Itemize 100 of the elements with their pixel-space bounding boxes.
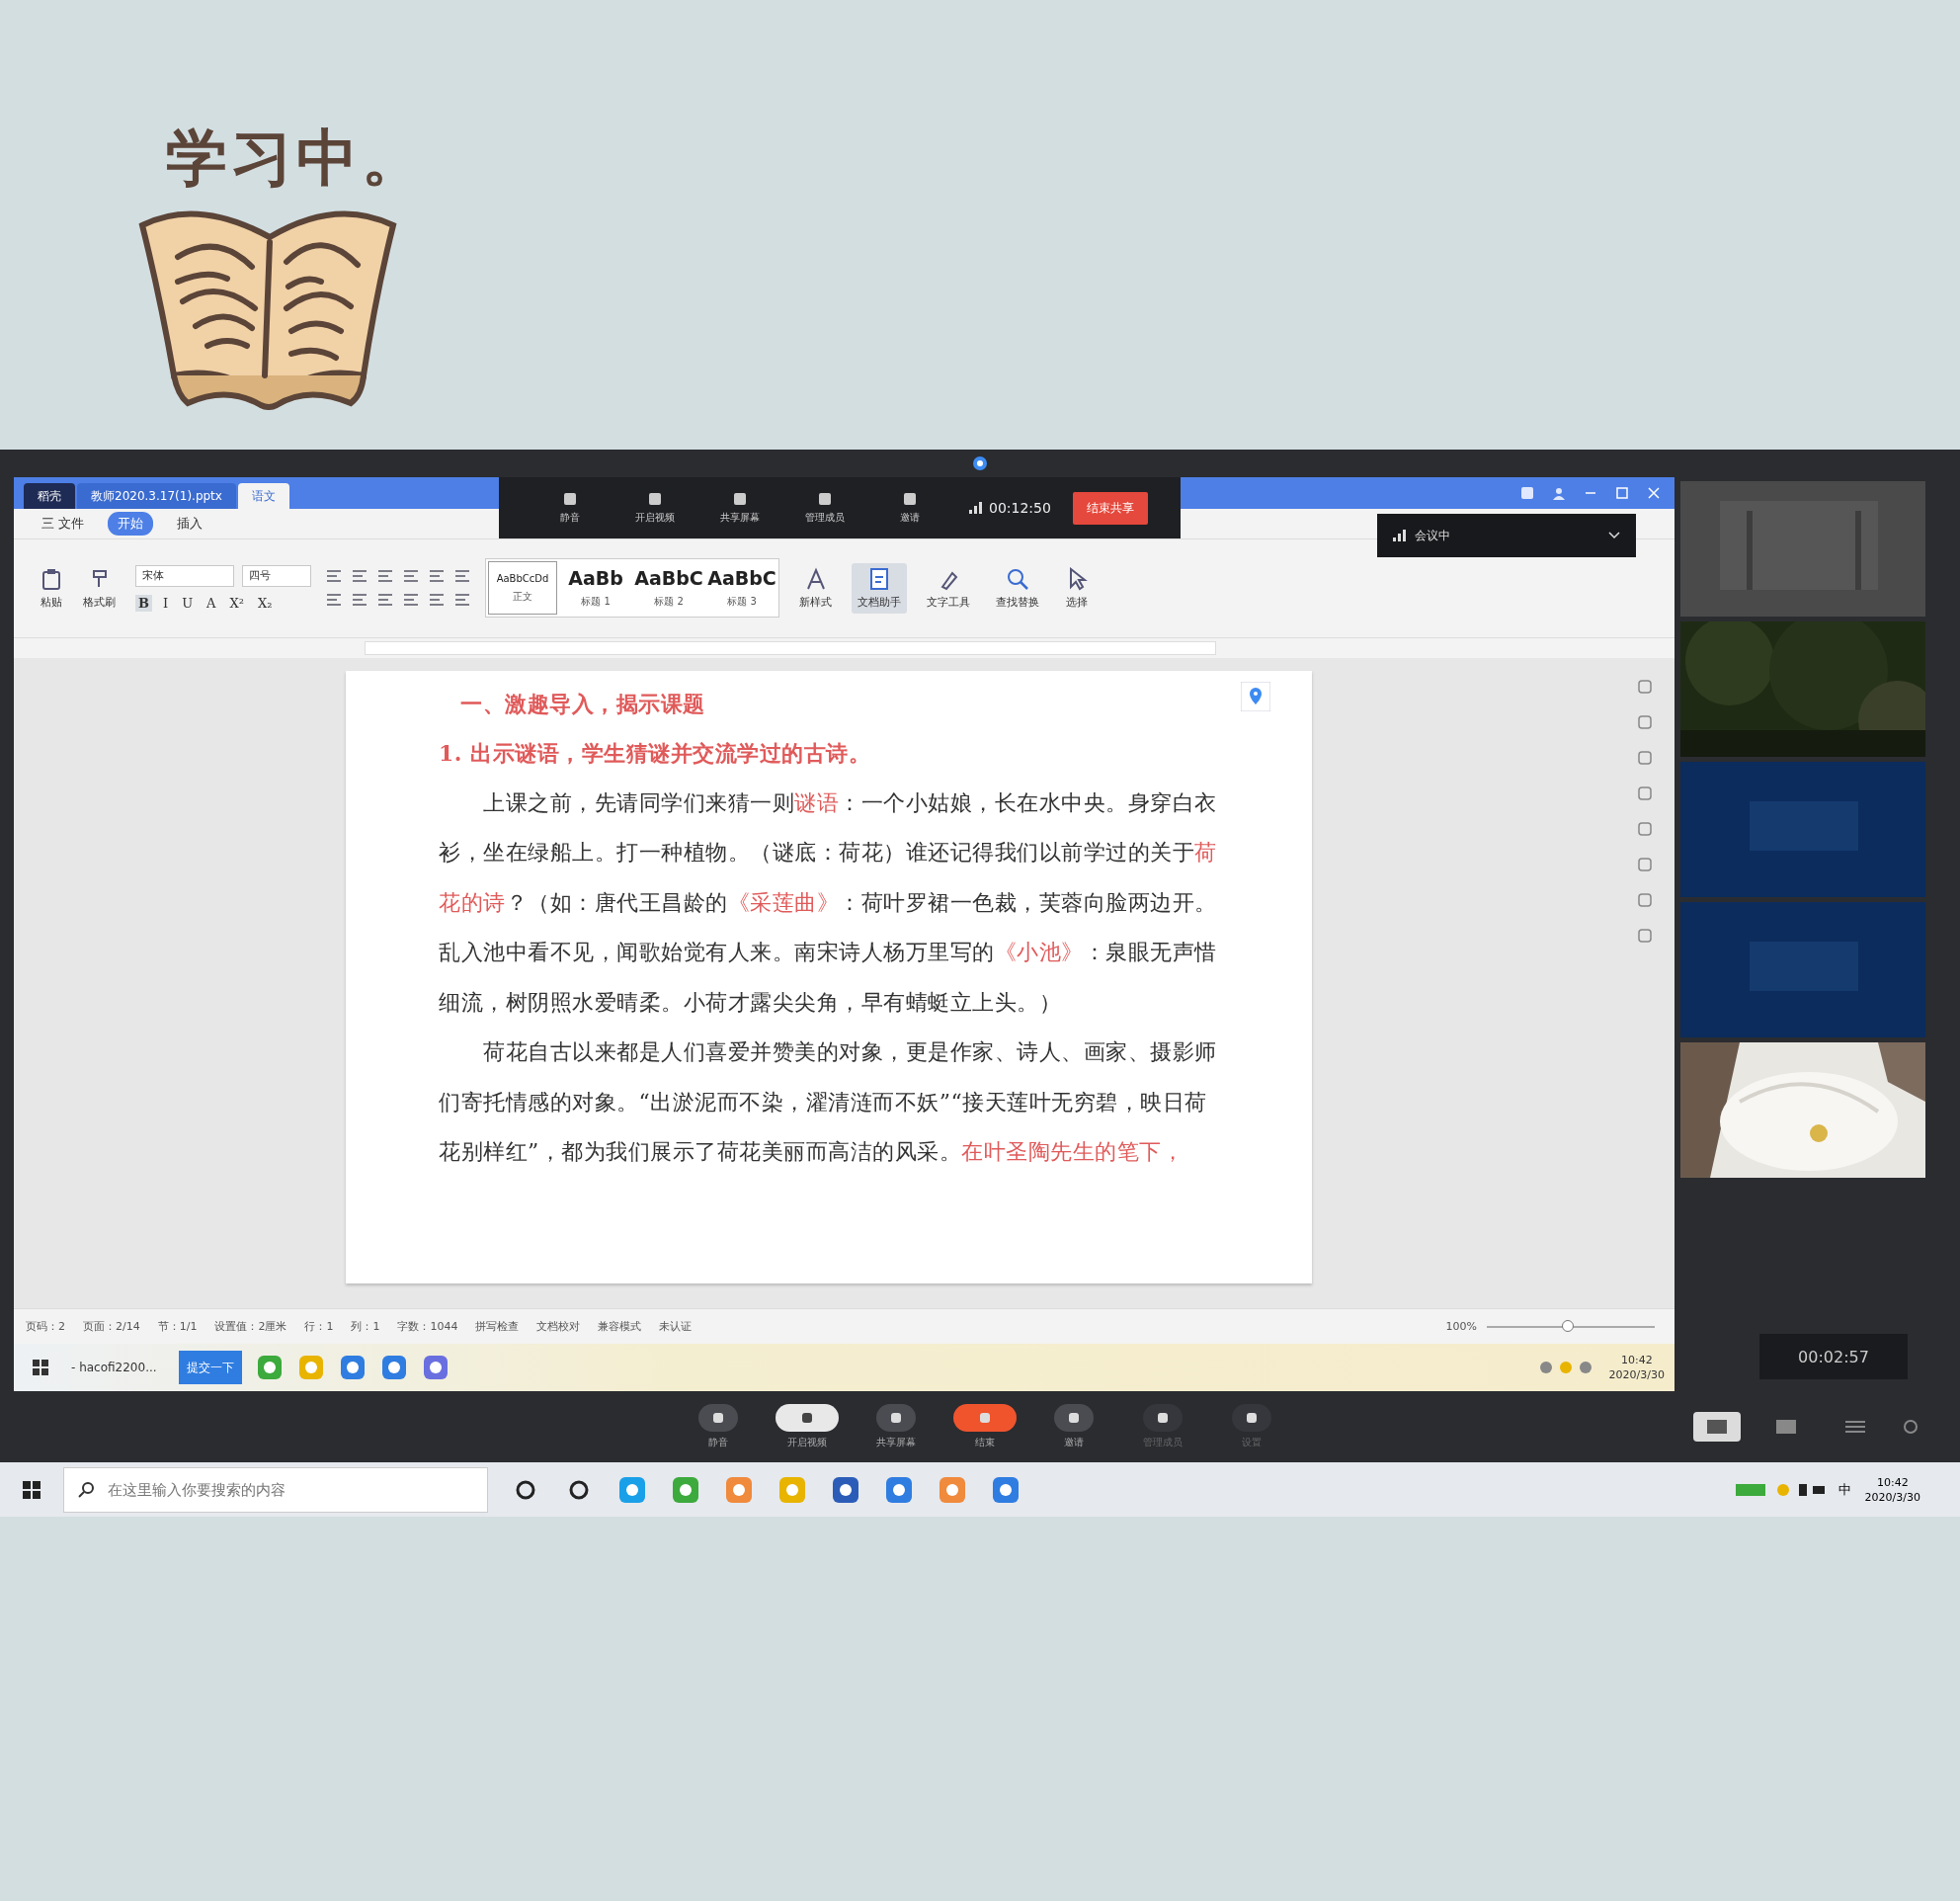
paragraph-icon[interactable] bbox=[351, 592, 368, 609]
settings-icon[interactable] bbox=[1901, 1417, 1920, 1437]
document-icon bbox=[867, 566, 891, 591]
font-name-field[interactable]: 宋体 bbox=[135, 564, 234, 587]
format-button[interactable]: B bbox=[135, 594, 152, 612]
sticker-title: 学习中。 bbox=[166, 121, 427, 196]
ribbon-button[interactable]: 粘贴 bbox=[34, 562, 69, 614]
format-button[interactable]: U bbox=[179, 594, 197, 612]
status-item: 节：1/1 bbox=[157, 1319, 198, 1335]
maximize-icon[interactable] bbox=[1615, 486, 1629, 500]
toolbar-button[interactable]: 开启视频 bbox=[623, 491, 687, 525]
ribbon-button[interactable]: 文字工具 bbox=[921, 562, 976, 614]
status-item: 页码：2 bbox=[26, 1319, 65, 1335]
search-icon bbox=[1006, 566, 1029, 591]
taskbar-clock[interactable]: 10:42 2020/3/30 bbox=[1864, 1474, 1920, 1505]
paragraph-icon[interactable] bbox=[453, 568, 471, 585]
signal-icon bbox=[969, 502, 983, 514]
stop-sharing-button[interactable]: 结束共享 bbox=[1072, 491, 1148, 525]
control-icon bbox=[816, 491, 834, 507]
status-item: 行：1 bbox=[304, 1319, 334, 1335]
status-item: 设置值：2厘米 bbox=[214, 1319, 287, 1335]
control-icon bbox=[1067, 1411, 1081, 1425]
status-item: 文档校对 bbox=[536, 1319, 581, 1335]
meeting-control[interactable]: 邀请 bbox=[1044, 1404, 1103, 1449]
heading: 1. 出示谜语，学生猜谜并交流学过的古诗。 bbox=[439, 739, 872, 769]
search-field[interactable]: 在这里输入你要搜索的内容 bbox=[63, 1466, 488, 1513]
location-pin-icon[interactable] bbox=[1241, 681, 1270, 711]
user-icon[interactable] bbox=[1552, 486, 1566, 500]
heading: 一、激趣导入，揭示课题 bbox=[459, 689, 706, 718]
toolbar-button[interactable]: 管理成员 bbox=[793, 491, 857, 525]
ribbon-button[interactable]: 新样式 bbox=[793, 562, 838, 614]
app-icon[interactable] bbox=[379, 1354, 408, 1382]
ribbon-button[interactable]: 文档助手 bbox=[852, 562, 907, 614]
paragraph-icon[interactable] bbox=[428, 592, 446, 609]
paragraph-icon[interactable] bbox=[453, 592, 471, 609]
toolbar-button[interactable]: 静音 bbox=[538, 491, 602, 525]
paste-icon bbox=[40, 566, 63, 591]
ribbon-button[interactable]: 格式刷 bbox=[77, 562, 122, 614]
ribbon-button[interactable]: 选择 bbox=[1059, 562, 1095, 614]
status-item: 未认证 bbox=[659, 1319, 693, 1335]
search-icon bbox=[77, 1480, 95, 1499]
control-icon bbox=[800, 1411, 814, 1425]
paragraph-icon[interactable] bbox=[428, 568, 446, 585]
meeting-timer: 00:12:50 bbox=[989, 500, 1051, 516]
document-tab[interactable]: 教师2020.3.17(1).pptx bbox=[77, 483, 236, 509]
app-icon[interactable] bbox=[255, 1354, 284, 1382]
zoom-slider-thumb[interactable] bbox=[1561, 1319, 1574, 1332]
start-icon[interactable] bbox=[32, 1359, 49, 1377]
meeting-status: 会议中 bbox=[1415, 527, 1450, 544]
chevron-icon[interactable] bbox=[1608, 532, 1620, 539]
layout-icon[interactable] bbox=[1693, 1412, 1741, 1442]
paragraph-icon[interactable] bbox=[402, 568, 420, 585]
taskbar-clock[interactable]: 10:42 2020/3/30 bbox=[1608, 1353, 1665, 1383]
control-icon bbox=[711, 1411, 725, 1425]
style-preset[interactable]: AaBbCcDd 正文 bbox=[486, 559, 559, 618]
document-tab[interactable]: 语文 bbox=[237, 483, 289, 509]
paragraph-icon[interactable] bbox=[351, 568, 368, 585]
status-item: 页面：2/14 bbox=[83, 1319, 140, 1335]
menu-tab[interactable]: 插入 bbox=[167, 511, 213, 536]
format-button[interactable]: A bbox=[204, 594, 219, 612]
input-method[interactable]: 中 bbox=[1838, 1480, 1851, 1499]
control-icon bbox=[731, 491, 749, 507]
control-icon bbox=[1156, 1411, 1170, 1425]
app-icon bbox=[972, 455, 988, 471]
signal-icon bbox=[1393, 530, 1407, 541]
status-item: 列：1 bbox=[351, 1319, 380, 1335]
font-size-field[interactable]: 四号 bbox=[242, 564, 311, 587]
paragraph-icon[interactable] bbox=[325, 568, 343, 585]
format-button[interactable]: X₂ bbox=[254, 594, 276, 612]
app-icon[interactable] bbox=[421, 1354, 449, 1382]
paragraph-icon[interactable] bbox=[325, 592, 343, 609]
toolbar-button[interactable]: 邀请 bbox=[878, 491, 941, 525]
status-item: 字数：1044 bbox=[397, 1319, 458, 1335]
control-icon bbox=[901, 491, 919, 507]
control-icon bbox=[646, 491, 664, 507]
zoom-level: 100% bbox=[1445, 1320, 1477, 1334]
document-tab[interactable]: 稻壳 bbox=[24, 483, 75, 509]
control-icon bbox=[561, 491, 579, 507]
format-button[interactable]: X² bbox=[226, 594, 247, 612]
window-icon[interactable] bbox=[1520, 486, 1534, 500]
control-icon bbox=[978, 1411, 992, 1425]
call-timer: 00:02:57 bbox=[1759, 1334, 1908, 1379]
taskbar-item[interactable]: 提交一下 bbox=[178, 1351, 242, 1385]
paragraph: 荷花自古以来都是人们喜爱并赞美的对象，更是作家、诗人、画家、摄影师们寄托情感的对象。“出淤泥而不染，濯清涟而不妖”“接天莲叶无穷碧，映日荷花别样红”，都为我们展示了荷花美丽而高洁的风采。在叶圣陶先生的笔下， bbox=[439, 1038, 1218, 1167]
ribbon-button[interactable]: 查找替换 bbox=[990, 562, 1045, 614]
paragraph-icon[interactable] bbox=[376, 592, 394, 609]
start-icon[interactable] bbox=[22, 1479, 41, 1500]
taskbar-item[interactable]: - hacofi2200... bbox=[63, 1351, 165, 1385]
menu-tab[interactable]: 开始 bbox=[108, 511, 154, 536]
app-icon[interactable] bbox=[338, 1354, 367, 1382]
paragraph: 上课之前，先请同学们来猜一则谜语：一个小姑娘，长在水中央。身穿白衣衫，坐在绿船上。打一种植物。（谜底：荷花）谁还记得我们以前学过的关于荷花的诗？（如：唐代王昌龄的《采莲曲》：荷叶罗裙一色裁，芙蓉向脸两边开。乱入池中看不见，闻歌始觉有人来。南宋诗人杨万里写的《小池》：泉眼无声惜细流，树阴照水爱晴柔。小荷才露尖尖角，早有蜻蜓立上头。） bbox=[439, 788, 1218, 1017]
toolbar-button[interactable]: 共享屏幕 bbox=[708, 491, 772, 525]
meeting-control[interactable]: 静音 bbox=[689, 1404, 748, 1449]
paragraph-icon[interactable] bbox=[402, 592, 420, 609]
format-button[interactable]: I bbox=[160, 594, 172, 612]
menu-tab[interactable]: 三 文件 bbox=[32, 511, 95, 536]
close-icon[interactable] bbox=[1647, 486, 1661, 500]
paragraph-icon[interactable] bbox=[376, 568, 394, 585]
meeting-control[interactable]: 共享屏幕 bbox=[866, 1404, 926, 1449]
status-item: 拼写检查 bbox=[475, 1319, 520, 1335]
